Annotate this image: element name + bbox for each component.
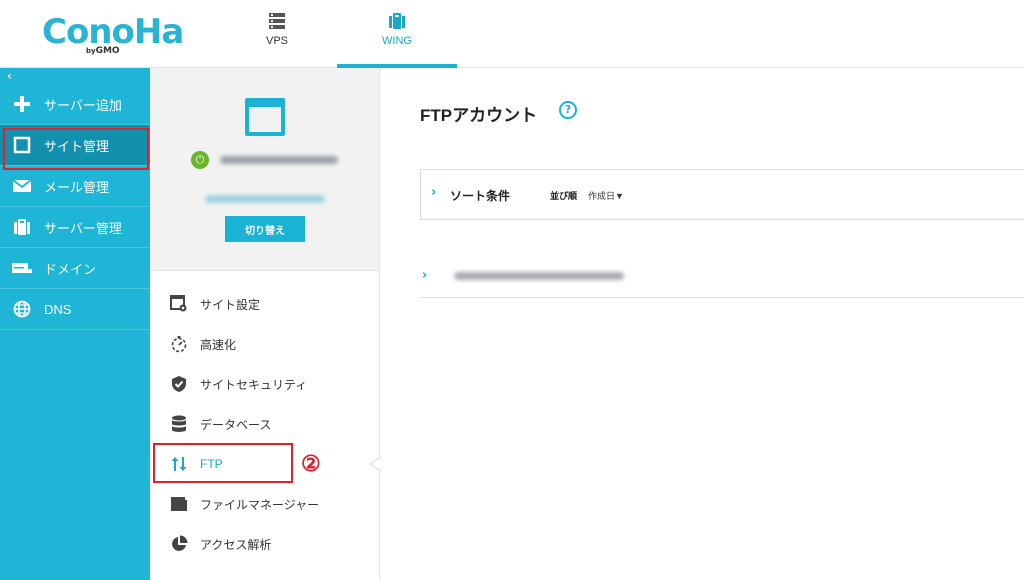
site-name-blurred [220, 156, 338, 164]
domain-icon [11, 259, 33, 277]
site-url-blurred[interactable] [205, 195, 325, 203]
mail-icon [11, 177, 33, 195]
menu-item-label: サイトセキュリティ [200, 377, 308, 392]
step2-marker: ② [301, 451, 321, 477]
sidebar-item-label: DNS [44, 301, 72, 317]
highlight-box-step1 [3, 128, 149, 170]
globe-icon [11, 300, 33, 318]
sidebar-item-label: ドメイン [44, 261, 97, 277]
stopwatch-icon [170, 335, 188, 353]
logo-by: by [86, 47, 96, 55]
sort-conditions-label: ソート条件 [450, 189, 511, 203]
tab-wing-label: WING [382, 35, 412, 47]
plus-icon [11, 95, 33, 113]
site-settings-icon [170, 295, 188, 313]
collapse-sidebar-button[interactable]: ‹ [0, 68, 150, 84]
sidebar-item-label: サーバー追加 [44, 97, 122, 113]
main-content: FTPアカウント ? › ソート条件 並び順 作成日▼ › [380, 68, 1024, 580]
wing-icon [389, 13, 405, 29]
sidebar-item-mail-management[interactable]: メール管理 [0, 166, 150, 207]
menu-item-label: ファイルマネージャー [200, 497, 320, 512]
site-summary: ⏻ 切り替え [150, 68, 379, 271]
logo-gmo: GMO [95, 46, 120, 56]
switch-site-button[interactable]: 切り替え [225, 216, 305, 242]
tab-vps-label: VPS [265, 35, 288, 47]
page-title: FTPアカウント [420, 106, 538, 125]
menu-item-label: サイト設定 [200, 297, 261, 312]
ftp-account-name-blurred [454, 272, 624, 280]
sidebar-item-dns[interactable]: DNS [0, 289, 150, 330]
database-icon [170, 415, 188, 433]
site-panel: ⏻ 切り替え サイト設定 高速化 サイトセキュリティ データベース FTP ファ… [150, 68, 380, 580]
ftp-account-row[interactable]: › [420, 258, 1024, 298]
sidebar-item-add-server[interactable]: サーバー追加 [0, 84, 150, 125]
power-status-icon: ⏻ [191, 151, 209, 169]
menu-item-database[interactable]: データベース [170, 404, 370, 444]
chevron-right-icon: › [431, 185, 437, 200]
menu-item-label: データベース [200, 417, 272, 432]
site-window-icon [245, 98, 285, 136]
help-icon[interactable]: ? [559, 101, 577, 119]
server-icon [269, 13, 285, 29]
menu-item-speedup[interactable]: 高速化 [170, 324, 370, 364]
shield-check-icon [170, 375, 188, 393]
sidebar-item-label: サーバー管理 [44, 220, 122, 236]
sort-conditions-panel[interactable]: › ソート条件 並び順 作成日▼ [420, 169, 1024, 220]
chevron-right-icon: › [422, 268, 428, 283]
tab-wing[interactable]: WING [337, 0, 457, 68]
highlight-box-step2 [153, 443, 293, 483]
conoha-logo[interactable]: ConoHa byGMO [42, 12, 184, 56]
sort-order-select[interactable]: 作成日▼ [588, 189, 624, 202]
menu-item-site-settings[interactable]: サイト設定 [170, 284, 370, 324]
menu-item-access-analytics[interactable]: アクセス解析 [170, 524, 370, 564]
tab-vps[interactable]: VPS [217, 0, 337, 68]
pie-chart-icon [170, 535, 188, 553]
sort-order-label: 並び順 [550, 191, 578, 201]
menu-item-label: アクセス解析 [200, 537, 272, 552]
server-manage-icon [11, 218, 33, 236]
folder-icon [170, 495, 188, 513]
menu-item-label: 高速化 [200, 337, 237, 352]
sidebar-item-label: メール管理 [44, 179, 110, 195]
menu-item-site-security[interactable]: サイトセキュリティ [170, 364, 370, 404]
logo-byline: byGMO [86, 46, 120, 56]
sidebar-item-domain[interactable]: ドメイン [0, 248, 150, 289]
top-header: ConoHa byGMO VPS WING [0, 0, 1024, 68]
menu-item-file-manager[interactable]: ファイルマネージャー [170, 484, 370, 524]
sidebar-item-server-management[interactable]: サーバー管理 [0, 207, 150, 248]
